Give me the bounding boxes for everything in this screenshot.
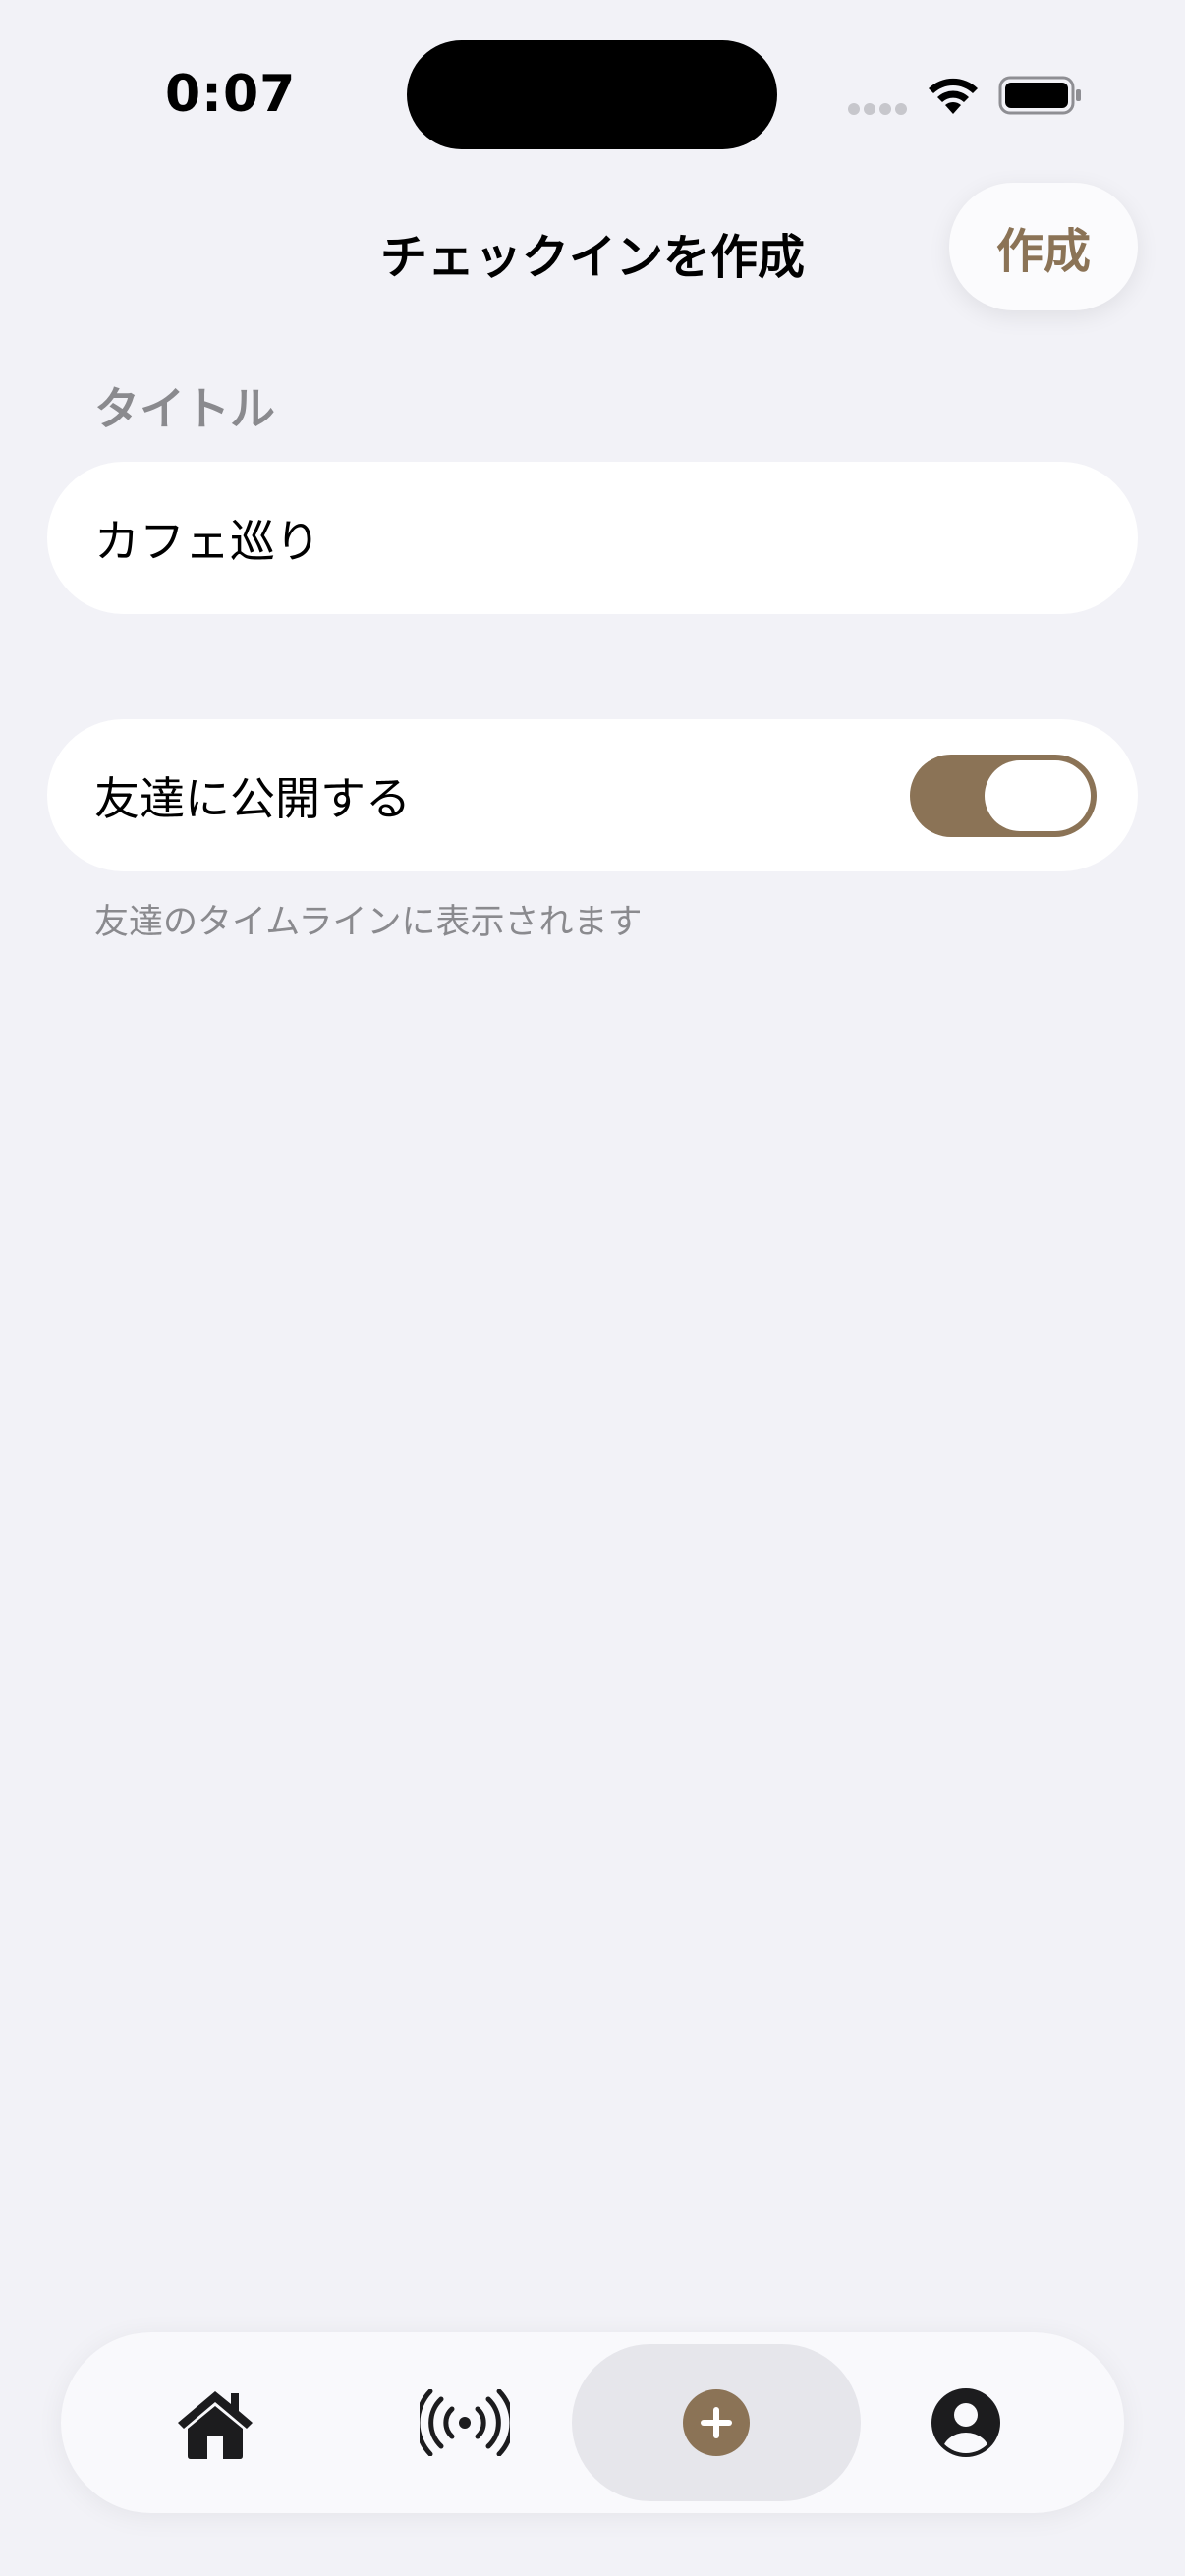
share-with-friends-row: 友達に公開する xyxy=(47,719,1138,871)
create-button[interactable]: 作成 xyxy=(949,183,1138,310)
share-with-friends-toggle[interactable] xyxy=(910,755,1097,837)
tab-broadcast[interactable] xyxy=(340,2344,590,2501)
person-circle-icon xyxy=(931,2388,1000,2457)
toggle-knob xyxy=(985,760,1091,831)
tab-profile[interactable] xyxy=(841,2344,1091,2501)
dynamic-island xyxy=(407,40,777,149)
home-icon xyxy=(178,2391,253,2459)
broadcast-icon xyxy=(420,2389,510,2456)
tab-bar xyxy=(61,2332,1124,2513)
plus-circle-icon xyxy=(683,2389,750,2456)
cellular-signal-icon xyxy=(848,103,907,115)
tab-home[interactable] xyxy=(90,2344,340,2501)
title-input[interactable]: カフェ巡り xyxy=(47,462,1138,614)
title-section-label: タイトル xyxy=(94,382,275,435)
tab-create-checkin[interactable] xyxy=(572,2344,861,2501)
status-time: 0:07 xyxy=(165,65,297,124)
battery-icon xyxy=(998,76,1081,115)
share-with-friends-label: 友達に公開する xyxy=(94,771,411,825)
wifi-icon xyxy=(929,78,978,114)
share-footnote: 友達のタイムラインに表示されます xyxy=(94,903,643,942)
